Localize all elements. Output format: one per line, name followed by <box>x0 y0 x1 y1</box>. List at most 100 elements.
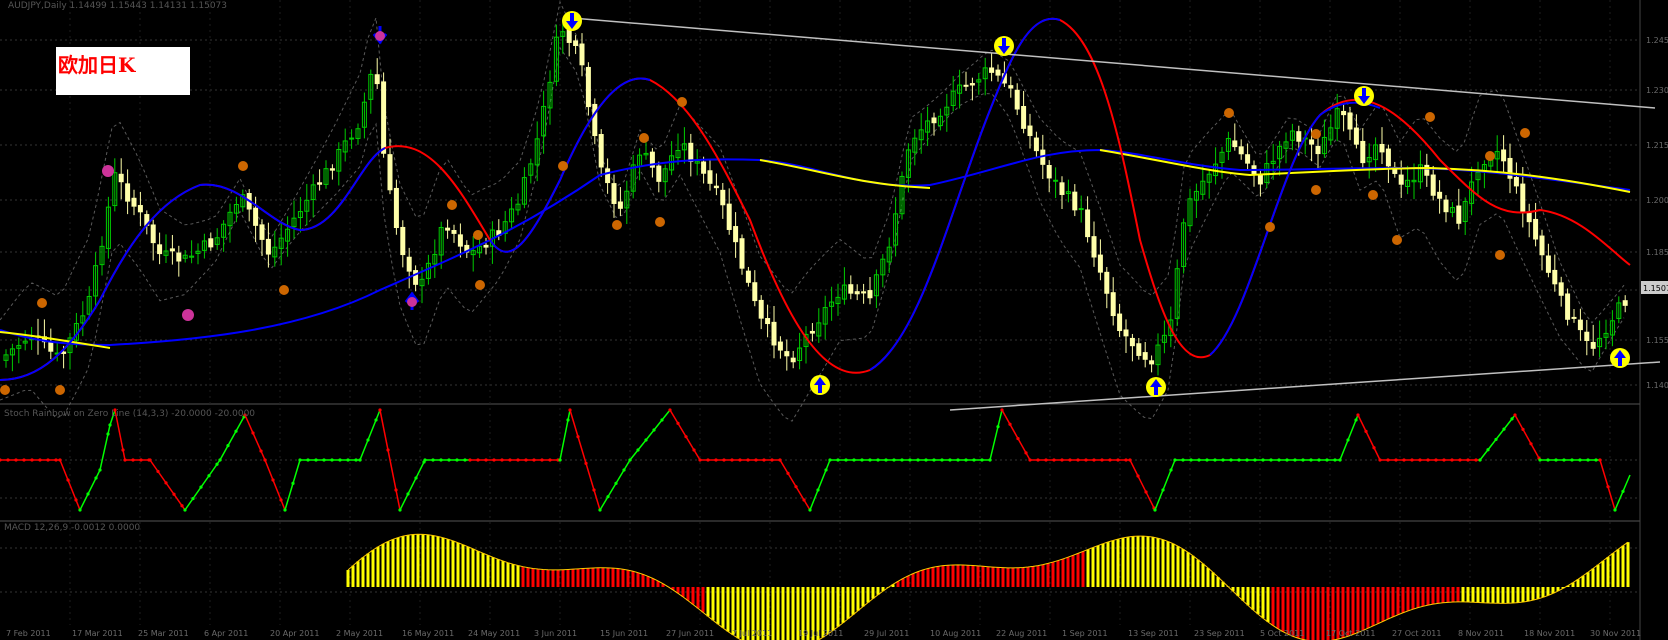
oscillator-dot <box>1402 458 1406 462</box>
candle-body <box>611 183 617 204</box>
candle-body <box>758 299 764 319</box>
oscillator-dot <box>948 458 952 462</box>
price-tick-label: 1.1550 <box>1646 336 1668 345</box>
oscillator-dot <box>1570 458 1574 462</box>
oscillator-dot <box>524 458 528 462</box>
fractal-dot <box>102 165 114 177</box>
oscillator-dot <box>802 498 806 502</box>
oscillator-dot <box>1028 458 1032 462</box>
oscillator-dot <box>676 421 680 425</box>
candle-body <box>253 207 259 226</box>
oscillator-segment <box>1357 414 1381 461</box>
oscillator-dot <box>1354 418 1358 422</box>
oscillator-dot <box>215 462 219 466</box>
oscillator-dot <box>516 458 520 462</box>
price-tick-label: 1.2150 <box>1646 141 1668 150</box>
fractal-dot <box>558 161 568 171</box>
oscillator-dot <box>121 448 125 452</box>
candle-body <box>393 187 399 229</box>
oscillator-dot <box>330 458 334 462</box>
oscillator-dot <box>1301 458 1305 462</box>
oscillator-dot <box>386 448 390 452</box>
oscillator-dot <box>86 492 90 496</box>
candle-body <box>1379 143 1385 153</box>
support-trendline <box>949 361 1661 411</box>
oscillator-dot <box>1562 458 1566 462</box>
oscillator-dot <box>1546 458 1550 462</box>
oscillator-dot <box>58 458 62 462</box>
candle-body <box>483 244 489 248</box>
oscillator-dot <box>1189 458 1193 462</box>
oscillator-dot <box>1036 458 1040 462</box>
candle-body <box>1533 218 1539 240</box>
oscillator-dot <box>0 458 2 462</box>
candle-body <box>720 189 726 206</box>
oscillator-dot <box>1144 490 1148 494</box>
candle-body <box>1552 269 1558 285</box>
fractal-dot <box>182 309 194 321</box>
oscillator-dot <box>1621 489 1625 493</box>
fractal-dot <box>655 217 665 227</box>
oscillator-dot <box>1205 458 1209 462</box>
histogram-signal-line <box>347 533 1629 640</box>
candle-body <box>1149 360 1155 365</box>
fractal-dot <box>1311 185 1321 195</box>
oscillator-dot <box>622 468 626 472</box>
oscillator-dot <box>876 458 880 462</box>
oscillator-dot <box>291 481 295 485</box>
histogram-header: MACD 12,26,9 -0.0012 0.0000 <box>4 523 140 533</box>
oscillator-dot <box>754 458 758 462</box>
oscillator-dot <box>644 438 648 442</box>
envelope-bands <box>0 0 1625 422</box>
oscillator-dot <box>808 508 812 512</box>
candle-body <box>150 224 156 244</box>
fractal-dot <box>447 200 457 210</box>
candle-body <box>1443 199 1449 213</box>
oscillator-dot <box>1181 458 1185 462</box>
oscillator-dot <box>1529 442 1533 446</box>
chart-label-box: 欧加日K <box>56 47 190 95</box>
oscillator-dot <box>1450 458 1454 462</box>
current-price-label: 1.1507 <box>1643 284 1668 293</box>
oscillator-dot <box>1016 436 1020 441</box>
candle-body <box>1309 139 1315 145</box>
candle-body <box>995 69 1001 76</box>
oscillator-dot <box>394 488 398 492</box>
oscillator-dot <box>263 458 267 462</box>
candle-body <box>1021 106 1027 129</box>
candle-body <box>1142 352 1148 360</box>
oscillator-dot <box>770 458 774 462</box>
oscillator-segment <box>359 409 381 461</box>
date-tick-label: 15 Jun 2011 <box>600 629 648 638</box>
oscillator-dot <box>164 481 168 485</box>
oscillator-dot <box>714 458 718 462</box>
oscillator-dot <box>1478 458 1482 462</box>
oscillator-dot <box>692 448 696 452</box>
candle-body <box>579 43 585 66</box>
oscillator-segment <box>244 414 266 461</box>
oscillator-dot <box>271 478 275 482</box>
fractal-dot <box>475 280 485 290</box>
forex-chart[interactable]: 1.24501.23001.21501.20001.18501.17001.15… <box>0 0 1668 640</box>
date-tick-label: 19 Jul 2011 <box>798 629 843 638</box>
oscillator-dot <box>476 458 480 462</box>
oscillator-dot <box>358 458 362 462</box>
oscillator-dot <box>576 435 580 439</box>
oscillator-dot <box>1000 408 1004 412</box>
candle-body <box>451 230 457 234</box>
candle-body <box>259 224 265 240</box>
oscillator-dot <box>423 458 427 462</box>
candle-body <box>131 197 137 207</box>
candle-body <box>157 244 163 255</box>
oscillator-dot <box>414 476 418 480</box>
date-tick-label: 30 Nov 2011 <box>1590 629 1641 638</box>
oscillator-segment <box>284 459 301 511</box>
oscillator-dot <box>884 458 888 462</box>
fractal-dot <box>238 161 248 171</box>
oscillator-dot <box>306 458 310 462</box>
oscillator-segment <box>1129 459 1156 511</box>
candle-body <box>861 291 867 294</box>
candle-body <box>1296 131 1302 142</box>
oscillator-dot <box>1394 458 1398 462</box>
candle-body <box>765 318 771 325</box>
